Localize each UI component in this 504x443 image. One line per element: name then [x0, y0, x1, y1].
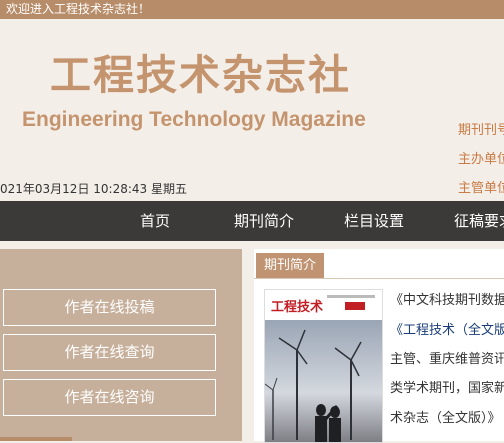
nav-home[interactable]: 首页	[140, 201, 170, 241]
online-submit-button[interactable]: 作者在线投稿	[3, 289, 216, 326]
intro-line-4: 类学术期刊，国家新	[390, 381, 504, 396]
logo-english: Engineering Technology Magazine	[22, 108, 366, 131]
online-query-button[interactable]: 作者在线查询	[3, 334, 216, 371]
info-issn[interactable]: 期刊刊号	[458, 119, 504, 138]
logo-chinese: 工程技术杂志社	[50, 51, 351, 99]
cover-wind-turbine-illustration	[265, 320, 382, 442]
info-supervisor[interactable]: 主管单位	[458, 177, 504, 196]
sidebar-accent-strip	[0, 437, 72, 441]
nav-submission-guide[interactable]: 征稿要求	[454, 201, 504, 241]
nav-journal-intro[interactable]: 期刊简介	[234, 201, 294, 241]
online-consult-button[interactable]: 作者在线咨询	[3, 379, 216, 416]
welcome-text: 欢迎进入工程技术杂志社！	[6, 2, 151, 16]
journal-cover-image[interactable]: 工程技术	[264, 289, 383, 443]
intro-line-2: 《工程技术（全文版	[390, 323, 504, 338]
intro-line-5: 术杂志（全文版）》	[390, 411, 501, 426]
intro-line-1: 《中文科技期刊数据	[390, 293, 504, 308]
current-datetime: 021年03月12日 10:28:43 星期五	[0, 182, 187, 196]
panel-header: 期刊简介	[254, 253, 504, 279]
nav-columns[interactable]: 栏目设置	[344, 201, 404, 241]
author-sidebar: 作者在线投稿 作者在线查询 作者在线咨询	[0, 249, 242, 441]
header: 工程技术杂志社 Engineering Technology Magazine …	[0, 19, 504, 201]
top-welcome-bar: 欢迎进入工程技术杂志社！	[0, 0, 504, 19]
intro-line-3: 主管、重庆维普资讯	[390, 352, 504, 367]
main-nav: 首页 期刊简介 栏目设置 征稿要求	[0, 201, 504, 241]
journal-intro-panel: 期刊简介 工程技术 《中文科技期刊数据 《工程技术（全文版 主管、重庆维普资讯 …	[254, 249, 504, 443]
info-sponsor[interactable]: 主办单位	[458, 148, 504, 167]
panel-title: 期刊简介	[256, 253, 325, 278]
